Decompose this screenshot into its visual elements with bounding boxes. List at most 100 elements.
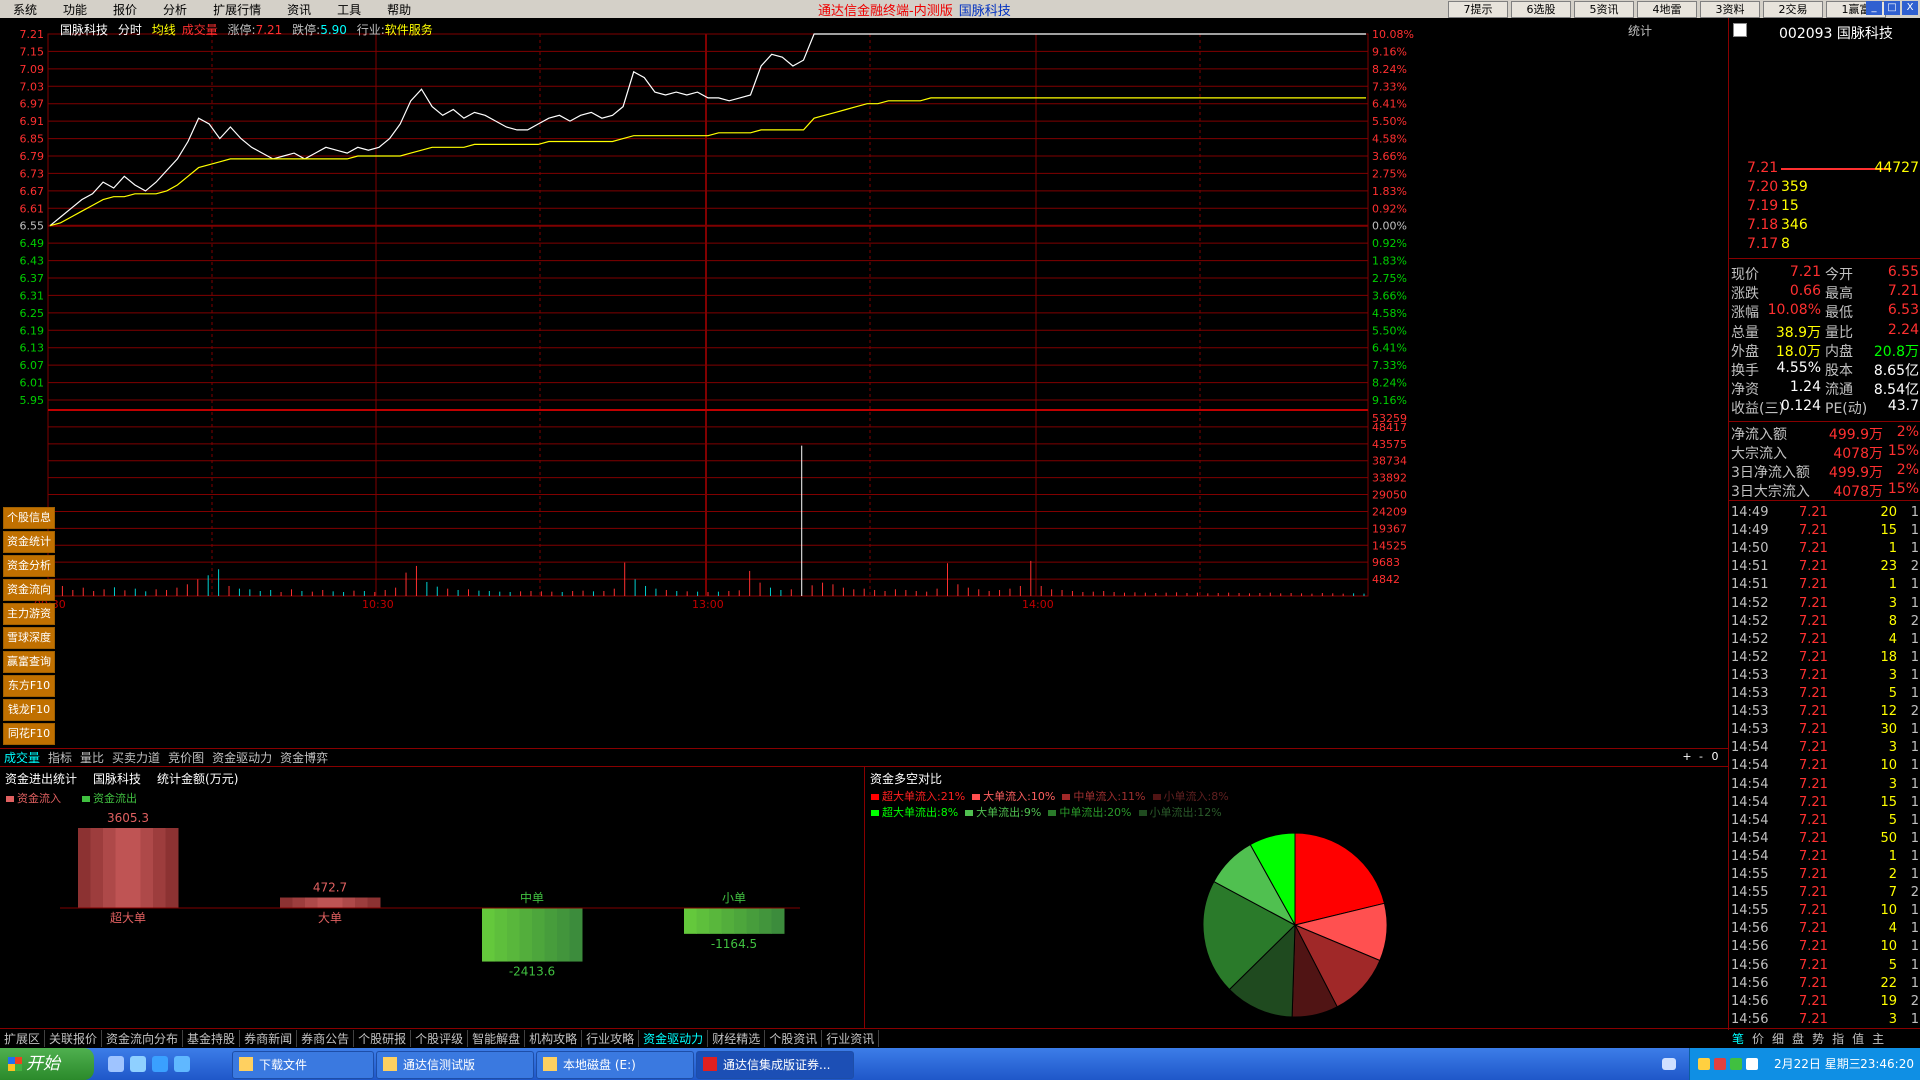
pct-tick-label: 4.58%	[1372, 133, 1407, 146]
menu-extended[interactable]: 扩展行情	[200, 1, 274, 18]
tick-volume: 15	[1880, 794, 1897, 810]
fund-flow-bar-segment	[696, 908, 710, 934]
bottom-tab-12[interactable]: 财经精选	[708, 1029, 766, 1047]
bottom-tab-0[interactable]: 扩展区	[0, 1029, 46, 1047]
tab-fund-drive[interactable]: 资金驱动力	[208, 749, 276, 766]
quote-flow-pct: 2%	[1896, 424, 1919, 440]
menu-quote[interactable]: 报价	[100, 1, 150, 18]
nav-main-force[interactable]: 主力游资	[3, 603, 55, 625]
nav-fund-stats[interactable]: 资金统计	[3, 531, 55, 553]
intraday-chart[interactable]: 7.21 10.08% 7.15 9.16% 7.09 8.24% 7.03 7.33% 6.9…	[0, 18, 1728, 748]
bottom-tab-9[interactable]: 机构攻略	[525, 1029, 583, 1047]
media-icon[interactable]	[174, 1056, 190, 1072]
tick-price: 7.21	[1799, 541, 1828, 557]
quote-stat-label: 股本	[1825, 363, 1853, 379]
tray-shield-icon[interactable]	[1730, 1058, 1742, 1070]
menu-analysis[interactable]: 分析	[150, 1, 200, 18]
fund-pie-panel: 资金多空对比 超大单流入:21% 大单流入:10% 中单流入:11% 小单流入:…	[865, 766, 1728, 1028]
nav-dongfang-f10[interactable]: 东方F10	[3, 675, 55, 697]
bottom-tab-4[interactable]: 券商新闻	[240, 1029, 298, 1047]
keyboard-icon[interactable]	[1662, 1058, 1676, 1070]
nav-stock-info[interactable]: 个股信息	[3, 507, 55, 529]
bottom-tab-7[interactable]: 个股评级	[411, 1029, 469, 1047]
quote-stat-label: 涨跌	[1731, 286, 1759, 303]
tray-volume-icon[interactable]	[1746, 1058, 1758, 1070]
ie-icon[interactable]	[152, 1056, 168, 1072]
quote-stat-value: 10.08%	[1767, 302, 1821, 319]
start-button[interactable]: 开始	[0, 1048, 94, 1080]
right-tab-0[interactable]: 笔	[1728, 1030, 1748, 1047]
tick-price: 7.21	[1799, 758, 1828, 774]
tab-buy-sell-force[interactable]: 买卖力道	[108, 749, 164, 766]
quick-button-alert[interactable]: 7提示	[1448, 1, 1508, 18]
quick-button-mines[interactable]: 4地雷	[1637, 1, 1697, 18]
tab-fund-game[interactable]: 资金博弈	[276, 749, 332, 766]
right-tab-4[interactable]: 势	[1808, 1030, 1828, 1047]
quick-button-news[interactable]: 5资讯	[1574, 1, 1634, 18]
right-tab-7[interactable]: 主	[1868, 1030, 1888, 1047]
zoom-out-icon[interactable]: -	[1694, 749, 1708, 764]
menu-function[interactable]: 功能	[50, 1, 100, 18]
tab-volume-ratio[interactable]: 量比	[76, 749, 108, 766]
nav-yingfu-query[interactable]: 赢富查询	[3, 651, 55, 673]
tick-time: 14:54	[1731, 758, 1769, 774]
nav-tonghua-f10[interactable]: 同花F10	[3, 723, 55, 745]
tab-auction[interactable]: 竞价图	[164, 749, 208, 766]
reset-icon[interactable]: 0	[1708, 749, 1722, 764]
right-tab-3[interactable]: 盘	[1788, 1030, 1808, 1047]
nav-qianlong-f10[interactable]: 钱龙F10	[3, 699, 55, 721]
tab-volume[interactable]: 成交量	[0, 749, 44, 766]
zoom-in-icon[interactable]: +	[1680, 749, 1694, 764]
task-downloads[interactable]: 下载文件	[232, 1051, 374, 1079]
tray-clock[interactable]: 23:46:20	[1860, 1048, 1914, 1080]
price-tick-label: 6.79	[20, 150, 45, 163]
tick-time: 14:54	[1731, 794, 1769, 810]
quick-button-trade[interactable]: 2交易	[1763, 1, 1823, 18]
right-tab-6[interactable]: 值	[1848, 1030, 1868, 1047]
desktop-icon[interactable]	[108, 1056, 124, 1072]
nav-fund-flow[interactable]: 资金流向	[3, 579, 55, 601]
quick-button-screener[interactable]: 6选股	[1511, 1, 1571, 18]
bottom-tab-3[interactable]: 基金持股	[183, 1029, 241, 1047]
price-tick-label: 6.97	[20, 98, 45, 111]
tab-indicator[interactable]: 指标	[44, 749, 76, 766]
bottom-tab-8[interactable]: 智能解盘	[468, 1029, 526, 1047]
bottom-tab-14[interactable]: 行业资讯	[822, 1029, 880, 1047]
indicator-tabs: 成交量 指标 量比 买卖力道 竞价图 资金驱动力 资金博弈 + - 0	[0, 748, 1728, 767]
maximize-icon[interactable]: □	[1884, 1, 1900, 15]
nav-snowball[interactable]: 雪球深度	[3, 627, 55, 649]
tick-count: 1	[1910, 631, 1919, 647]
right-tab-5[interactable]: 指	[1828, 1030, 1848, 1047]
price-line	[49, 33, 1366, 227]
bottom-tab-5[interactable]: 券商公告	[297, 1029, 355, 1047]
task-tdx-integrated[interactable]: 通达信集成版证券...	[696, 1051, 854, 1079]
bottom-tab-10[interactable]: 行业攻略	[582, 1029, 640, 1047]
nav-fund-analysis[interactable]: 资金分析	[3, 555, 55, 577]
tick-time: 14:55	[1731, 867, 1769, 882]
price-tick-label: 6.49	[20, 237, 45, 250]
tray-security-icon[interactable]	[1714, 1058, 1726, 1070]
tray-network-icon[interactable]	[1698, 1058, 1710, 1070]
quote-stat-value: 6.55	[1887, 264, 1919, 280]
menu-system[interactable]: 系统	[0, 1, 50, 18]
menu-tools[interactable]: 工具	[324, 1, 374, 18]
stat-button[interactable]: 统计	[1628, 22, 1652, 39]
bottom-tab-11[interactable]: 资金驱动力	[639, 1029, 709, 1047]
bottom-tab-2[interactable]: 资金流向分布	[102, 1029, 184, 1047]
bottom-tab-13[interactable]: 个股资讯	[765, 1029, 823, 1047]
tick-count: 1	[1910, 649, 1919, 665]
minimize-icon[interactable]: _	[1866, 1, 1882, 15]
menu-news[interactable]: 资讯	[274, 1, 324, 18]
bottom-tab-1[interactable]: 关联报价	[45, 1029, 103, 1047]
bottom-tab-6[interactable]: 个股研报	[354, 1029, 412, 1047]
menu-help[interactable]: 帮助	[374, 1, 424, 18]
task-tdx-test[interactable]: 通达信测试版	[376, 1051, 534, 1079]
right-tab-1[interactable]: 价	[1748, 1030, 1768, 1047]
explorer-icon[interactable]	[130, 1056, 146, 1072]
right-tab-2[interactable]: 细	[1768, 1030, 1788, 1047]
fund-flow-bar-segment	[569, 908, 583, 962]
quick-button-profile[interactable]: 3资料	[1700, 1, 1760, 18]
app-title-name: 通达信金融终端-内测版	[818, 4, 953, 19]
task-local-disk[interactable]: 本地磁盘 (E:)	[536, 1051, 694, 1079]
close-icon[interactable]: X	[1902, 1, 1918, 15]
